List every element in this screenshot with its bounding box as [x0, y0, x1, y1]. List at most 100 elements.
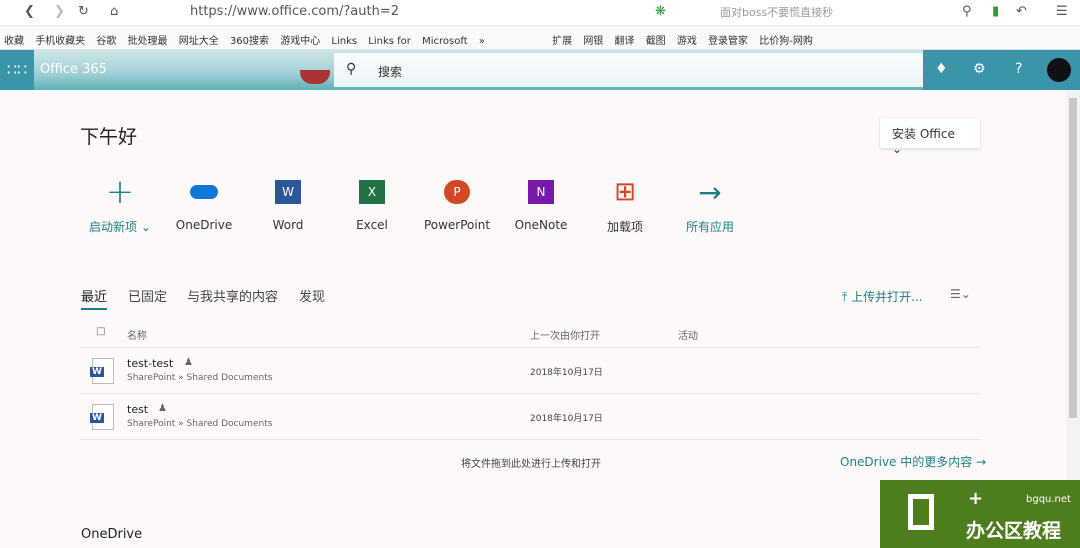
bookmark[interactable]: 手机收藏夹 — [35, 32, 85, 47]
watermark-site: bgqu.net — [1026, 494, 1071, 505]
install-label: 安装 Office — [892, 127, 955, 141]
search-icon: ⚲ — [346, 61, 357, 77]
tab-shared[interactable]: 与我共享的内容 — [187, 286, 278, 305]
watermark-text: 办公区教程 — [966, 520, 1062, 542]
bookmark[interactable]: 谷歌 — [96, 32, 116, 47]
word-icon: W — [248, 176, 328, 208]
bookmark[interactable]: 登录管家 — [708, 32, 748, 47]
home-icon[interactable]: ⌂ — [110, 4, 118, 19]
forward-icon[interactable]: ❯ — [54, 4, 65, 19]
file-name[interactable]: test-test — [127, 357, 173, 370]
app-addins[interactable]: ⊞ 加载项 — [585, 176, 665, 235]
bookmark[interactable]: Links for — [368, 36, 411, 47]
office-logo-icon — [908, 494, 934, 530]
install-office-button[interactable]: 安装 Office ⌄ — [880, 118, 980, 156]
onenote-icon: N — [501, 176, 581, 208]
onedrive-icon — [164, 176, 244, 208]
brand[interactable]: Office 365 — [40, 62, 107, 77]
more-onedrive-link[interactable]: OneDrive 中的更多内容 → — [840, 453, 986, 470]
tab-recent[interactable]: 最近 — [81, 286, 108, 310]
column-last-opened[interactable]: 上一次由你打开 — [530, 327, 600, 342]
reload-icon[interactable]: ↻ — [78, 4, 89, 19]
bookmarks-bar: 收藏 手机收藏夹 谷歌 批处理最 网址大全 360搜索 游戏中心 Links L… — [0, 26, 1080, 50]
section-onedrive: OneDrive — [81, 527, 143, 542]
help-icon[interactable]: ? — [1015, 61, 1022, 77]
header-actions: ♦ ⚙ ? — [923, 50, 1080, 90]
boat-decoration — [300, 70, 330, 84]
search-icon[interactable]: ⚲ — [962, 4, 972, 19]
gear-icon[interactable]: ⚙ — [973, 61, 986, 77]
file-name[interactable]: test — [127, 403, 148, 416]
file-date: 2018年10月17日 — [530, 368, 603, 378]
back-icon[interactable]: ❮ — [24, 4, 35, 19]
bookmark[interactable]: 网址大全 — [179, 32, 219, 47]
search-box[interactable]: ⚲ 搜索 — [334, 53, 924, 87]
bookmark[interactable]: 截图 — [646, 32, 666, 47]
table-row[interactable]: W test ♟ SharePoint » Shared Documents 2… — [80, 394, 980, 440]
app-label: Word — [272, 218, 304, 232]
upload-open-button[interactable]: ⤒ 上传并打开... — [842, 288, 923, 305]
browser-search-input[interactable]: 面对boss不要慌直接秒 — [720, 4, 833, 20]
file-location: SharePoint » Shared Documents — [127, 419, 273, 429]
app-label: OneDrive — [175, 218, 233, 232]
addins-icon: ⊞ — [614, 177, 636, 207]
bookmark[interactable]: 游戏 — [677, 32, 697, 47]
app-label: 所有应用 — [685, 220, 734, 234]
word-file-icon: W — [90, 404, 114, 430]
tab-discover[interactable]: 发现 — [299, 286, 325, 305]
file-type-icon: □ — [96, 326, 106, 337]
arrow-right-icon: → — [976, 455, 987, 469]
shared-icon: ♟ — [158, 403, 167, 414]
app-all[interactable]: → 所有应用 — [670, 176, 750, 235]
more-onedrive-label: OneDrive 中的更多内容 — [840, 455, 973, 469]
upload-open-label: 上传并打开... — [851, 290, 923, 304]
bookmark[interactable]: 扩展 — [552, 32, 572, 47]
bell-icon[interactable]: ♦ — [935, 61, 948, 77]
bookmark[interactable]: 网银 — [583, 32, 603, 47]
bookmark-overflow[interactable]: » — [479, 36, 485, 47]
undo-icon[interactable]: ↶ — [1016, 4, 1027, 19]
app-word[interactable]: W Word — [248, 176, 328, 232]
sort-menu-icon[interactable]: ☰⌄ — [950, 287, 971, 301]
search-input[interactable]: 搜索 — [378, 63, 402, 80]
arrow-right-icon: → — [698, 175, 722, 209]
app-label: 加载项 — [606, 220, 643, 234]
app-launcher-icon[interactable]: ∷∷ — [0, 50, 34, 90]
app-label: Excel — [356, 218, 388, 232]
app-new[interactable]: + 启动新项 ⌄ — [80, 172, 160, 235]
powerpoint-icon: P — [417, 176, 497, 208]
bookmark[interactable]: 批处理最 — [128, 32, 168, 47]
scrollbar-thumb[interactable] — [1069, 98, 1077, 418]
avatar[interactable] — [1047, 58, 1071, 82]
app-label: 启动新项 — [89, 220, 138, 234]
excel-icon: X — [332, 176, 412, 208]
table-row[interactable]: W test-test ♟ SharePoint » Shared Docume… — [80, 348, 980, 394]
clipboard-icon[interactable]: ▮ — [992, 4, 999, 19]
bookmark[interactable]: 游戏中心 — [280, 32, 320, 47]
bookmark[interactable]: 收藏 — [4, 32, 24, 47]
word-file-icon: W — [90, 358, 114, 384]
column-activity[interactable]: 活动 — [678, 327, 698, 342]
menu-icon[interactable]: ☰ — [1056, 4, 1068, 19]
table-header: □ 名称 上一次由你打开 活动 — [80, 318, 980, 348]
shared-icon: ♟ — [184, 357, 193, 368]
app-onenote[interactable]: N OneNote — [501, 176, 581, 232]
app-label: PowerPoint — [423, 218, 491, 232]
tab-pinned[interactable]: 已固定 — [128, 286, 167, 305]
bookmark[interactable]: 比价狗-网购 — [759, 32, 813, 47]
bookmark[interactable]: 翻译 — [615, 32, 635, 47]
bookmark[interactable]: Microsoft — [422, 36, 468, 47]
app-powerpoint[interactable]: P PowerPoint — [417, 176, 497, 232]
column-name[interactable]: 名称 — [127, 327, 147, 342]
office-header: ∷∷ Office 365 ⚲ 搜索 ♦ ⚙ ? — [0, 50, 1080, 90]
bookmark[interactable]: 360搜索 — [230, 32, 269, 47]
watermark-logo: + bgqu.net 办公区教程 — [880, 480, 1080, 548]
bookmark[interactable]: Links — [331, 36, 357, 47]
plus-icon: + — [968, 488, 984, 509]
extension-icon[interactable]: ❋ — [655, 4, 666, 19]
app-excel[interactable]: X Excel — [332, 176, 412, 232]
file-date: 2018年10月17日 — [530, 414, 603, 424]
address-bar[interactable]: https://www.office.com/?auth=2 — [190, 4, 399, 19]
greeting: 下午好 — [80, 126, 138, 148]
app-onedrive[interactable]: OneDrive — [164, 176, 244, 232]
